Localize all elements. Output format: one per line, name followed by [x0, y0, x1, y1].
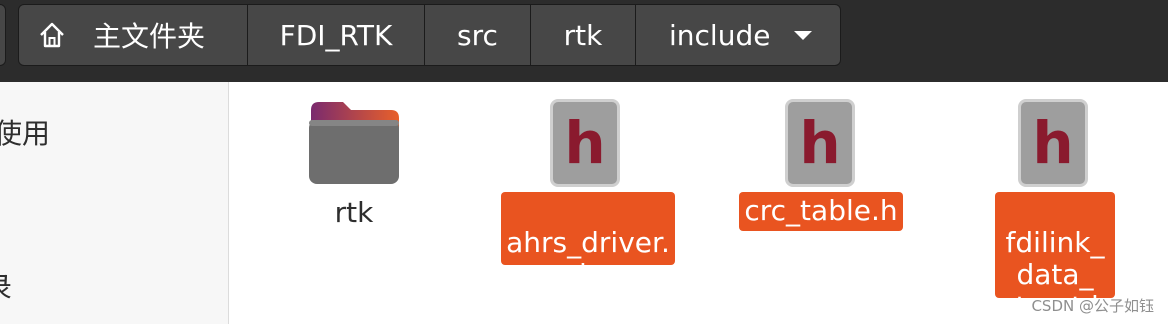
- file-name-text: crc_table.h: [744, 194, 898, 227]
- c-header-file-icon: h: [1018, 99, 1088, 187]
- crumb-rtk[interactable]: rtk: [530, 4, 636, 66]
- back-crumb-edge[interactable]: [0, 4, 6, 66]
- watermark: CSDN @公子如钰: [1031, 297, 1154, 315]
- crumb-fdi-rtk[interactable]: FDI_RTK: [247, 4, 425, 66]
- sidebar-item-bookmark[interactable]: 录: [0, 266, 12, 306]
- chevron-down-icon[interactable]: [794, 30, 812, 40]
- file-name: rtk: [334, 196, 374, 229]
- crumb-include[interactable]: include: [635, 4, 841, 66]
- sidebar: 使用 录: [0, 82, 229, 324]
- sidebar-item-label: 录: [0, 271, 12, 304]
- file-name: fdilink_ data_ struct.h: [995, 192, 1115, 323]
- file-name: crc_table.h: [739, 192, 903, 231]
- sidebar-item-label: 使用: [0, 117, 51, 150]
- crumb-src[interactable]: src: [424, 4, 531, 66]
- crumb-label: rtk: [563, 18, 603, 52]
- path-bar: 主文件夹 FDI_RTK src rtk include: [0, 0, 1168, 82]
- crumb-label: include: [669, 18, 771, 52]
- c-header-file-icon: h: [785, 99, 855, 187]
- home-icon: [40, 22, 64, 48]
- file-name: ahrs_driver. h: [501, 192, 675, 291]
- crumb-label: src: [457, 18, 498, 52]
- c-header-file-icon: h: [550, 99, 620, 187]
- file-name-text: ahrs_driver. h: [506, 226, 670, 291]
- sidebar-item-recent[interactable]: 使用: [0, 112, 50, 152]
- crumb-home[interactable]: 主文件夹: [18, 4, 248, 66]
- file-grid: rtk h ahrs_driver. h h crc_table.h h fdi…: [229, 82, 1168, 324]
- crumb-label: FDI_RTK: [279, 18, 393, 52]
- folder-icon: [309, 102, 399, 184]
- crumb-home-label: 主文件夹: [93, 20, 206, 53]
